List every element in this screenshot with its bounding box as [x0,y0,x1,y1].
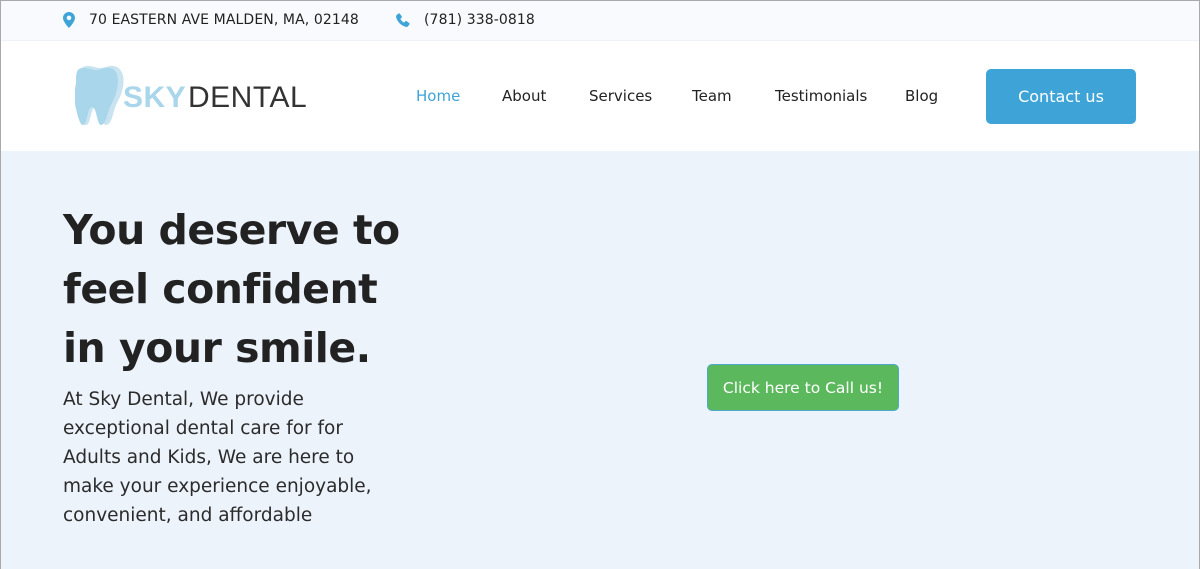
nav-testimonials[interactable]: Testimonials [775,87,867,105]
address-text: 70 EASTERN AVE MALDEN, MA, 02148 [89,12,359,28]
nav-services[interactable]: Services [589,87,652,105]
hero-headline: You deserve to feel confident in your sm… [63,206,400,372]
phone-text[interactable]: (781) 338-0818 [424,12,535,28]
phone-icon [395,12,424,28]
nav-home[interactable]: Home [416,87,460,105]
nav-about[interactable]: About [502,87,546,105]
hero-description: At Sky Dental, We provide exceptional de… [63,389,372,526]
address-info: 70 EASTERN AVE MALDEN, MA, 02148 [63,12,359,28]
map-pin-icon [63,12,89,28]
brand-name-secondary: DENTAL [188,81,308,114]
nav-blog[interactable]: Blog [905,87,938,105]
contact-us-button[interactable]: Contact us [986,69,1136,124]
top-info-bar: 70 EASTERN AVE MALDEN, MA, 02148 (781) 3… [1,1,1199,41]
phone-info[interactable]: (781) 338-0818 [395,12,535,28]
logo[interactable]: SKY DENTAL [74,65,307,127]
call-us-button[interactable]: Click here to Call us! [707,364,899,411]
hero-section: You deserve to feel confident in your sm… [1,151,1199,569]
brand-name-primary: SKY [123,81,187,114]
nav-team[interactable]: Team [692,87,732,105]
site-header: SKY DENTAL Home About Services Team Test… [1,41,1199,151]
tooth-icon [74,65,125,131]
